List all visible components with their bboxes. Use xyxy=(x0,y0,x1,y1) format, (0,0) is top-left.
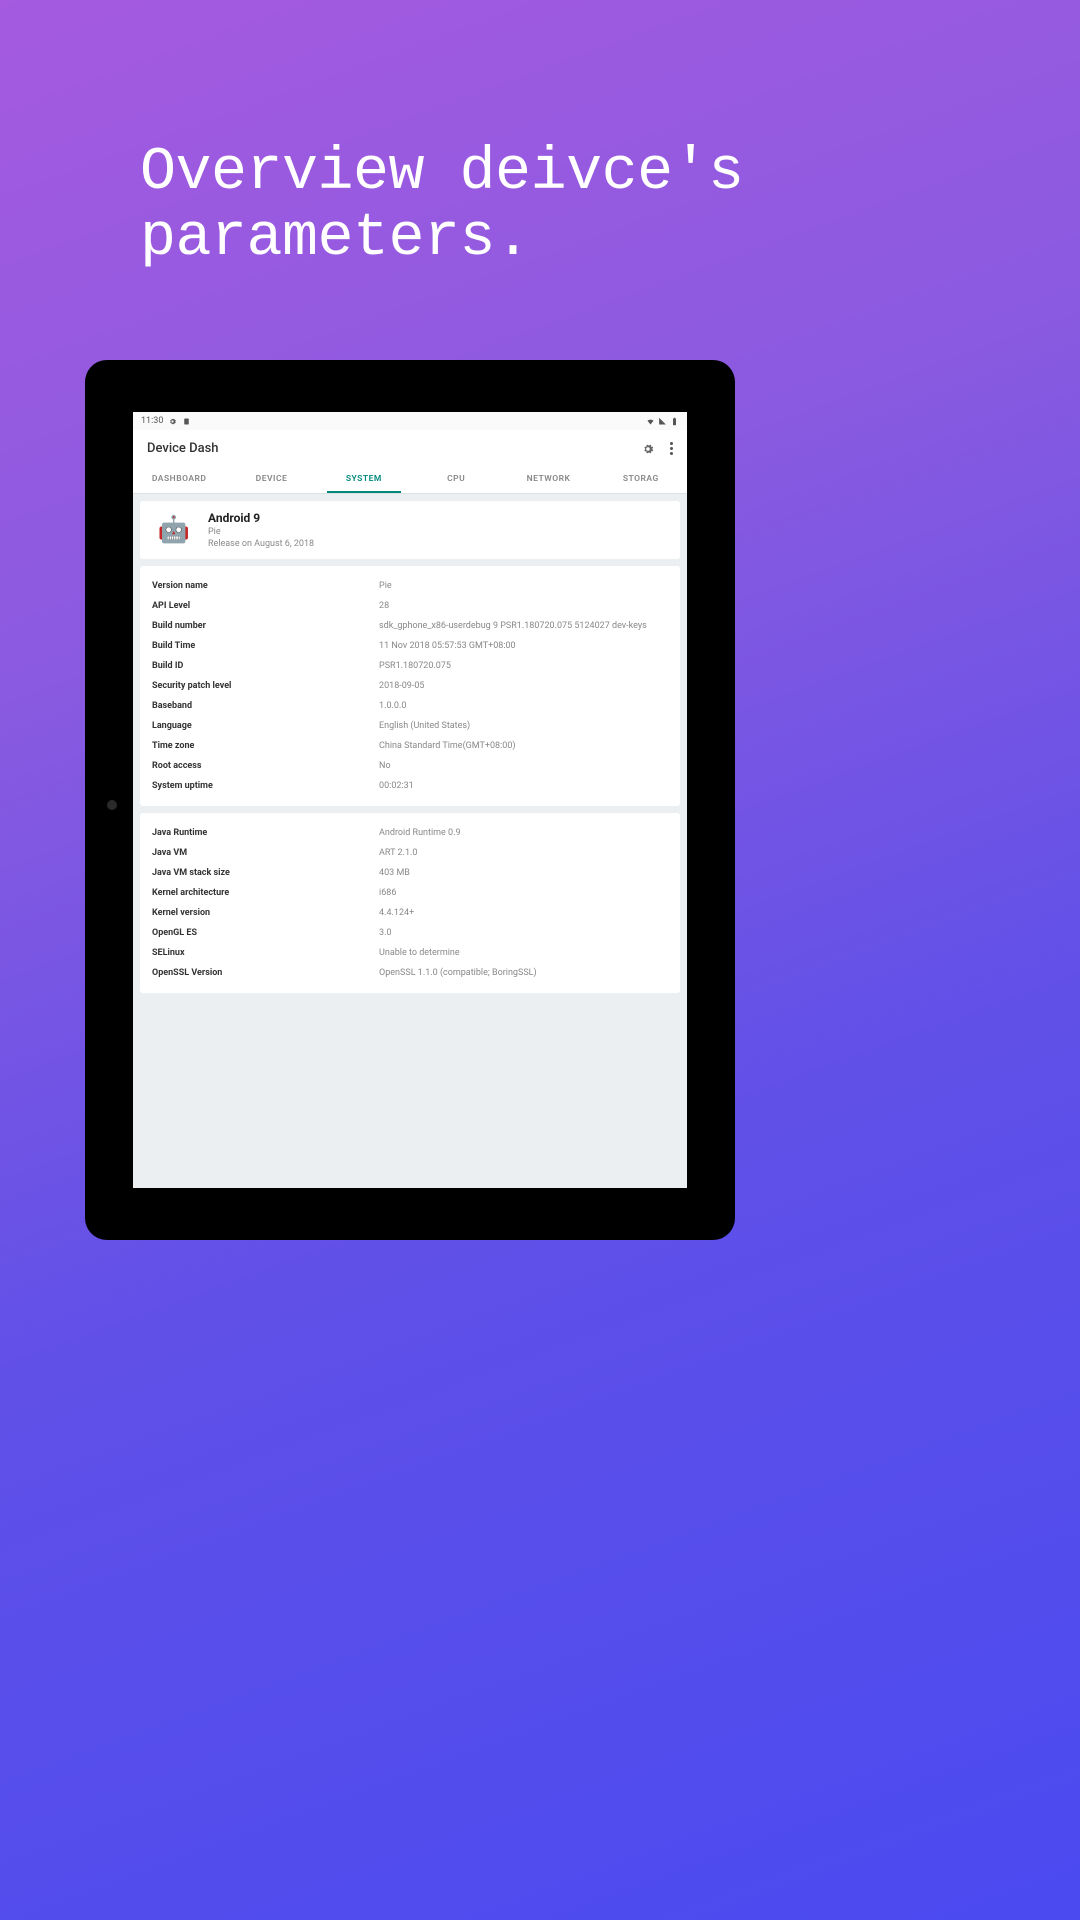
info-key: System uptime xyxy=(152,781,379,791)
info-key: Kernel version xyxy=(152,908,379,918)
info-row: Java VM stack size403 MB xyxy=(152,863,668,883)
tab-network[interactable]: NETWORK xyxy=(502,466,594,493)
info-key: Kernel architecture xyxy=(152,888,379,898)
os-summary-card: 🤖 Android 9 Pie Release on August 6, 201… xyxy=(140,501,680,559)
info-row: SELinuxUnable to determine xyxy=(152,943,668,963)
info-key: Build Time xyxy=(152,641,379,651)
info-value: 3.0 xyxy=(379,928,668,938)
info-row: Security patch level2018-09-05 xyxy=(152,676,668,696)
status-bar: 11:30 xyxy=(133,412,687,430)
status-time: 11:30 xyxy=(141,416,163,426)
info-key: SELinux xyxy=(152,948,379,958)
info-row: Build Time11 Nov 2018 05:57:53 GMT+08:00 xyxy=(152,636,668,656)
info-value: English (United States) xyxy=(379,721,668,731)
tab-dashboard[interactable]: DASHBOARD xyxy=(133,466,225,493)
promo-headline: Overview deivce's parameters. xyxy=(140,140,960,272)
info-value: ART 2.1.0 xyxy=(379,848,668,858)
battery-icon xyxy=(670,417,679,426)
info-row: Java VMART 2.1.0 xyxy=(152,843,668,863)
android-icon: 🤖 xyxy=(152,513,196,547)
info-value: China Standard Time(GMT+08:00) xyxy=(379,741,668,751)
info-value: sdk_gphone_x86-userdebug 9 PSR1.180720.0… xyxy=(379,621,668,631)
tab-bar: DASHBOARDDEVICESYSTEMCPUNETWORKSTORAG xyxy=(133,466,687,494)
runtime-info-card: Java RuntimeAndroid Runtime 0.9Java VMAR… xyxy=(140,813,680,993)
info-key: Java Runtime xyxy=(152,828,379,838)
info-row: Baseband1.0.0.0 xyxy=(152,696,668,716)
info-row: API Level28 xyxy=(152,596,668,616)
tablet-camera xyxy=(107,800,117,810)
tablet-frame: 11:30 Device Dash xyxy=(85,360,735,1240)
info-value: OpenSSL 1.1.0 (compatible; BoringSSL) xyxy=(379,968,668,978)
signal-icon xyxy=(658,417,667,426)
info-value: 2018-09-05 xyxy=(379,681,668,691)
info-key: Build ID xyxy=(152,661,379,671)
gear-icon xyxy=(168,417,177,426)
settings-button[interactable] xyxy=(641,441,655,455)
wifi-icon xyxy=(646,417,655,426)
info-row: OpenSSL VersionOpenSSL 1.1.0 (compatible… xyxy=(152,963,668,983)
info-row: Version namePie xyxy=(152,576,668,596)
info-value: Android Runtime 0.9 xyxy=(379,828,668,838)
os-codename: Pie xyxy=(208,527,668,537)
info-row: OpenGL ES3.0 xyxy=(152,923,668,943)
info-value: 1.0.0.0 xyxy=(379,701,668,711)
overflow-menu-button[interactable] xyxy=(669,442,673,455)
info-value: 28 xyxy=(379,601,668,611)
info-key: API Level xyxy=(152,601,379,611)
info-key: Version name xyxy=(152,581,379,591)
tab-system[interactable]: SYSTEM xyxy=(318,466,410,493)
tab-device[interactable]: DEVICE xyxy=(225,466,317,493)
info-value: PSR1.180720.075 xyxy=(379,661,668,671)
info-key: OpenGL ES xyxy=(152,928,379,938)
tab-storag[interactable]: STORAG xyxy=(595,466,687,493)
info-row: Java RuntimeAndroid Runtime 0.9 xyxy=(152,823,668,843)
info-row: Root accessNo xyxy=(152,756,668,776)
device-screen: 11:30 Device Dash xyxy=(133,412,687,1188)
os-title: Android 9 xyxy=(208,511,668,525)
app-title: Device Dash xyxy=(147,441,219,456)
info-value: No xyxy=(379,761,668,771)
info-value: 00:02:31 xyxy=(379,781,668,791)
info-key: Java VM stack size xyxy=(152,868,379,878)
info-value: Pie xyxy=(379,581,668,591)
info-row: Time zoneChina Standard Time(GMT+08:00) xyxy=(152,736,668,756)
info-row: Build numbersdk_gphone_x86-userdebug 9 P… xyxy=(152,616,668,636)
info-key: Build number xyxy=(152,621,379,631)
info-key: Time zone xyxy=(152,741,379,751)
info-key: Language xyxy=(152,721,379,731)
tab-cpu[interactable]: CPU xyxy=(410,466,502,493)
app-bar: Device Dash xyxy=(133,430,687,466)
info-key: Security patch level xyxy=(152,681,379,691)
os-release-date: Release on August 6, 2018 xyxy=(208,539,668,549)
info-row: Kernel version4.4.124+ xyxy=(152,903,668,923)
info-value: i686 xyxy=(379,888,668,898)
info-row: Kernel architecturei686 xyxy=(152,883,668,903)
app-indicator-icon xyxy=(182,417,191,426)
info-key: Java VM xyxy=(152,848,379,858)
info-value: 4.4.124+ xyxy=(379,908,668,918)
system-info-card: Version namePieAPI Level28Build numbersd… xyxy=(140,566,680,806)
info-row: LanguageEnglish (United States) xyxy=(152,716,668,736)
info-row: Build IDPSR1.180720.075 xyxy=(152,656,668,676)
info-key: OpenSSL Version xyxy=(152,968,379,978)
info-row: System uptime00:02:31 xyxy=(152,776,668,796)
info-key: Baseband xyxy=(152,701,379,711)
info-value: 403 MB xyxy=(379,868,668,878)
info-key: Root access xyxy=(152,761,379,771)
info-value: Unable to determine xyxy=(379,948,668,958)
info-value: 11 Nov 2018 05:57:53 GMT+08:00 xyxy=(379,641,668,651)
